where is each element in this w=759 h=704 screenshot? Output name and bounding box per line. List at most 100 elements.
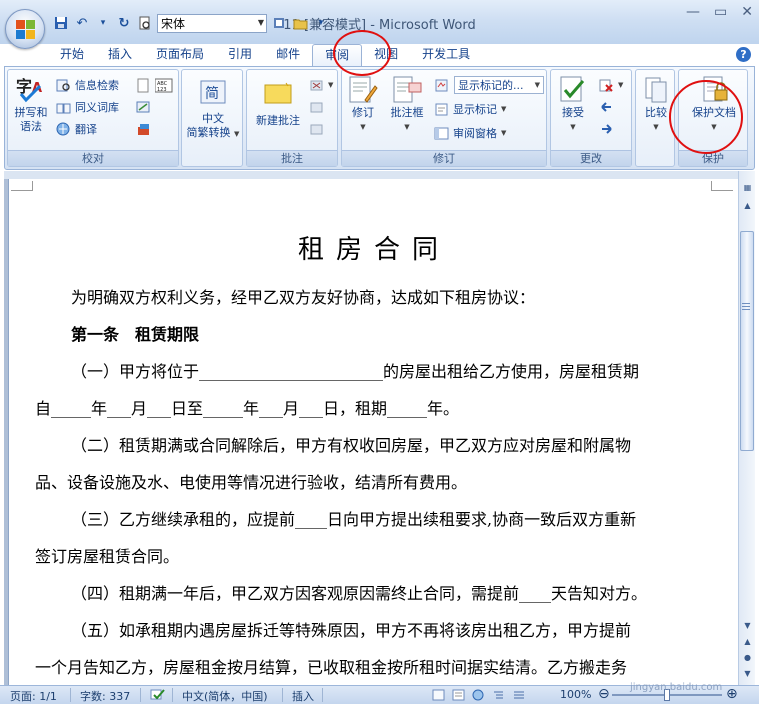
redo-icon[interactable]: ▾ (94, 14, 112, 32)
print-layout-view-icon[interactable] (432, 689, 446, 704)
new-comment-label: 新建批注 (256, 114, 300, 127)
next-page-icon[interactable]: ▼ (740, 665, 755, 681)
font-name-value: 宋体 (161, 16, 186, 31)
spelling-grammar-button[interactable]: 字A 拼写和 语法 (11, 74, 51, 134)
save-icon[interactable] (52, 14, 70, 32)
browse-object-icon[interactable]: ● (740, 649, 755, 665)
display-for-review[interactable] (434, 76, 449, 94)
previous-comment-button[interactable] (309, 98, 324, 116)
tab-references[interactable]: 引用 (216, 44, 264, 66)
accept-button[interactable]: 接受 ▼ (553, 74, 593, 134)
tab-insert[interactable]: 插入 (96, 44, 144, 66)
scroll-down-icon[interactable]: ▼ (740, 617, 755, 633)
undo-icon[interactable]: ↶ (73, 14, 91, 32)
set-language-button[interactable] (136, 98, 151, 116)
folder-icon[interactable] (291, 14, 309, 32)
group-label-changes: 更改 (551, 150, 631, 166)
draft-view-icon[interactable] (512, 689, 526, 704)
full-screen-view-icon[interactable] (452, 689, 466, 704)
thesaurus-label: 同义词库 (75, 101, 119, 114)
translate-button[interactable]: 翻译 (56, 120, 97, 138)
close-icon[interactable]: ✕ (741, 4, 753, 20)
chevron-down-icon: ▼ (618, 81, 624, 89)
chevron-down-icon: ▼ (360, 123, 366, 131)
next-change-button[interactable] (599, 120, 614, 138)
language-status[interactable]: 中文(简体，中国) (182, 688, 268, 704)
font-name-box[interactable]: 宋体 ▼ (157, 13, 267, 33)
compare-button[interactable]: 比较 ▼ (638, 74, 674, 134)
scroll-up-icon[interactable]: ▲ (740, 197, 755, 213)
previous-page-icon[interactable]: ▲ (740, 633, 755, 649)
compare-icon (640, 74, 672, 104)
previous-change-icon (599, 100, 614, 115)
document-page[interactable]: 租房合同 为明确双方权利义务，经甲乙双方友好协商，达成如下租房协议： 第一条 租… (8, 179, 738, 685)
status-separator (172, 688, 173, 702)
group-proofing: 字A 拼写和 语法 信息检索 同义词库 翻译 ABC 123 校对 (7, 69, 179, 167)
tab-developer[interactable]: 开发工具 (410, 44, 482, 66)
next-comment-button[interactable] (309, 120, 324, 138)
repeat-icon[interactable]: ↻ (115, 14, 133, 32)
reviewing-pane-label: 审阅窗格 (453, 127, 497, 140)
group-tracking: 修订 ▼ 批注框 ▼ 显示标记的... ▼ 显示标记 ▼ 审阅窗格 ▼ 修订 (341, 69, 547, 167)
next-change-icon (599, 122, 614, 137)
status-separator (282, 688, 283, 702)
print-preview-icon[interactable] (136, 14, 154, 32)
language-options-button[interactable] (136, 120, 151, 138)
tab-mailings[interactable]: 邮件 (264, 44, 312, 66)
chinese-conversion-label-2-text: 简繁转换 (186, 126, 231, 139)
new-comment-icon (262, 82, 294, 112)
reject-button[interactable]: ▼ (599, 76, 623, 94)
chevron-down-icon: ▼ (534, 81, 540, 89)
tab-page-layout[interactable]: 页面布局 (144, 44, 216, 66)
reviewing-pane-button[interactable]: 审阅窗格 ▼ (434, 124, 506, 142)
zoom-in-icon[interactable]: ⊕ (726, 686, 738, 702)
document-icon[interactable] (270, 14, 288, 32)
paragraph-line: 自_____年___月___日至_____年___月___日，租期_____年。 (35, 399, 460, 418)
paragraph-line: （一）甲方将位于_______________________的房屋出租给乙方使… (71, 362, 640, 381)
ruler-toggle-icon[interactable]: ▦ (740, 179, 755, 195)
maximize-icon[interactable]: ▭ (714, 4, 727, 20)
zoom-out-icon[interactable]: ⊖ (598, 686, 610, 702)
help-icon[interactable]: ? (736, 47, 751, 62)
ribbon-tabs: 开始 插入 页面布局 引用 邮件 审阅 视图 开发工具 (48, 44, 482, 66)
track-changes-label: 修订 (352, 106, 374, 119)
spelling-icon: 字A (15, 74, 47, 104)
previous-comment-icon (309, 100, 324, 115)
proofing-status-icon[interactable] (150, 688, 166, 704)
group-chinese-conversion: 简 中文 简繁转换 ▼ (181, 69, 243, 167)
status-separator (322, 688, 323, 702)
thesaurus-icon (56, 100, 71, 115)
insert-mode[interactable]: 插入 (292, 688, 314, 704)
ribbon: 字A 拼写和 语法 信息检索 同义词库 翻译 ABC 123 校对 简 中文 简… (4, 66, 755, 170)
window-controls: — ▭ ✕ (686, 4, 753, 20)
word-count-icon-button[interactable]: ABC 123 (136, 76, 173, 94)
delete-comment-button[interactable]: ▼ (309, 76, 333, 94)
display-for-review-select[interactable]: 显示标记的... ▼ (454, 76, 544, 94)
outline-view-icon[interactable] (492, 689, 506, 704)
chevron-down-icon: ▼ (501, 129, 507, 137)
balloons-button[interactable]: 批注框 ▼ (384, 74, 430, 134)
track-changes-button[interactable]: 修订 ▼ (344, 74, 382, 134)
spelling-label: 拼写和 (14, 106, 48, 119)
show-markup-button[interactable]: 显示标记 ▼ (434, 100, 506, 118)
thesaurus-button[interactable]: 同义词库 (56, 98, 119, 116)
scroll-thumb[interactable] (740, 231, 754, 451)
customize-qat-icon[interactable]: ▾ (312, 14, 330, 32)
vertical-scrollbar[interactable]: ▦ ▲ ▼ ▲ ● ▼ (738, 171, 755, 685)
zoom-level[interactable]: 100% (560, 688, 591, 701)
chinese-conversion-button[interactable]: 简 中文 简繁转换 ▼ (185, 74, 241, 141)
new-comment-button[interactable]: 新建批注 (249, 74, 307, 128)
word-count[interactable]: 字数: 337 (80, 688, 130, 704)
minimize-icon[interactable]: — (686, 4, 700, 20)
office-button[interactable] (5, 9, 45, 49)
translate-icon (56, 122, 71, 137)
research-button[interactable]: 信息检索 (56, 76, 119, 94)
status-separator (70, 688, 71, 702)
group-changes: 接受 ▼ ▼ 更改 (550, 69, 632, 167)
previous-change-button[interactable] (599, 98, 614, 116)
track-changes-icon (347, 74, 379, 104)
tab-home[interactable]: 开始 (48, 44, 96, 66)
scroll-grip-icon (742, 303, 750, 312)
page-count[interactable]: 页面: 1/1 (10, 688, 57, 704)
web-layout-view-icon[interactable] (472, 689, 486, 704)
